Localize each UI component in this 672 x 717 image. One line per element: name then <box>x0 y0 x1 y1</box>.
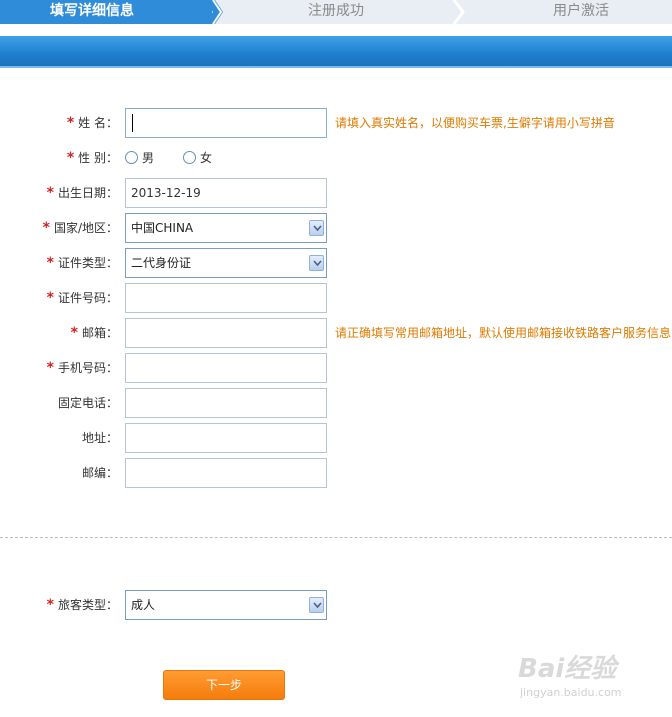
email-input[interactable] <box>125 318 327 348</box>
gender-female-label[interactable]: 女 <box>200 143 212 173</box>
country-label: * 国家/地区： <box>42 220 118 236</box>
row-country: * 国家/地区： 中国CHINA <box>0 213 672 243</box>
row-passenger-type: * 旅客类型： 成人 <box>0 590 672 620</box>
gender-label: * 性 别： <box>66 150 118 166</box>
watermark: Bai经验 jingyan.baidu.com <box>512 640 662 710</box>
postcode-label: 邮编： <box>81 466 118 480</box>
next-step-button[interactable]: 下一步 <box>163 670 285 700</box>
row-mobile: * 手机号码： <box>0 353 672 383</box>
mobile-label: * 手机号码： <box>46 360 118 376</box>
mobile-input[interactable] <box>125 353 327 383</box>
email-hint: 请正确填写常用邮箱地址，默认使用邮箱接收铁路客户服务信息 <box>335 326 672 340</box>
passenger-type-select-value: 成人 <box>131 598 156 612</box>
row-email: * 邮箱： 请正确填写常用邮箱地址，默认使用邮箱接收铁路客户服务信息 <box>0 318 672 348</box>
country-select-value: 中国CHINA <box>131 221 194 235</box>
step-fill-details: 填写详细信息 <box>50 3 134 19</box>
row-gender: * 性 别： 男 女 <box>0 143 672 173</box>
step-arrow-icon <box>205 0 223 24</box>
name-hint: 请填入真实姓名，以便购买车票,生僻字请用小写拼音 <box>335 116 615 130</box>
chevron-down-icon[interactable] <box>309 220 324 236</box>
name-input[interactable] <box>125 108 327 138</box>
gender-male-label[interactable]: 男 <box>142 143 154 173</box>
chevron-down-icon[interactable] <box>309 597 324 613</box>
step-user-activation: 用户激活 <box>553 3 609 19</box>
id-type-select-value: 二代身份证 <box>131 256 192 270</box>
country-select[interactable]: 中国CHINA <box>125 213 327 243</box>
row-phone: 固定电话： <box>0 388 672 418</box>
address-label: 地址： <box>81 431 118 445</box>
section-divider <box>0 537 672 538</box>
id-number-label: * 证件号码： <box>46 290 118 306</box>
address-input[interactable] <box>125 423 327 453</box>
step-register-success: 注册成功 <box>308 3 364 19</box>
passenger-type-label: * 旅客类型： <box>46 597 118 613</box>
row-id-type: * 证件类型： 二代身份证 <box>0 248 672 278</box>
id-number-input[interactable] <box>125 283 327 313</box>
watermark-logo: Bai经验 <box>518 654 617 684</box>
progress-steps: 填写详细信息 注册成功 用户激活 <box>0 0 672 24</box>
chevron-down-icon[interactable] <box>309 255 324 271</box>
text-caret <box>132 114 133 132</box>
row-address: 地址： <box>0 423 672 453</box>
email-label: * 邮箱： <box>70 325 118 341</box>
id-type-label: * 证件类型： <box>46 255 118 271</box>
watermark-url: jingyan.baidu.com <box>520 686 622 699</box>
step-arrow-icon <box>452 0 465 24</box>
header-bar <box>0 36 672 68</box>
name-label: * 姓 名： <box>66 115 118 131</box>
gender-female-radio[interactable] <box>183 151 196 164</box>
id-type-select[interactable]: 二代身份证 <box>125 248 327 278</box>
gender-male-radio[interactable] <box>125 151 138 164</box>
row-id-number: * 证件号码： <box>0 283 672 313</box>
postcode-input[interactable] <box>125 458 327 488</box>
row-name: * 姓 名： 请填入真实姓名，以便购买车票,生僻字请用小写拼音 <box>0 108 672 138</box>
phone-input[interactable] <box>125 388 327 418</box>
row-postcode: 邮编： <box>0 458 672 488</box>
passenger-type-select[interactable]: 成人 <box>125 590 327 620</box>
row-birthdate: * 出生日期： <box>0 178 672 208</box>
birthdate-input[interactable] <box>125 178 327 208</box>
phone-label: 固定电话： <box>57 396 118 410</box>
birthdate-label: * 出生日期： <box>46 185 118 201</box>
